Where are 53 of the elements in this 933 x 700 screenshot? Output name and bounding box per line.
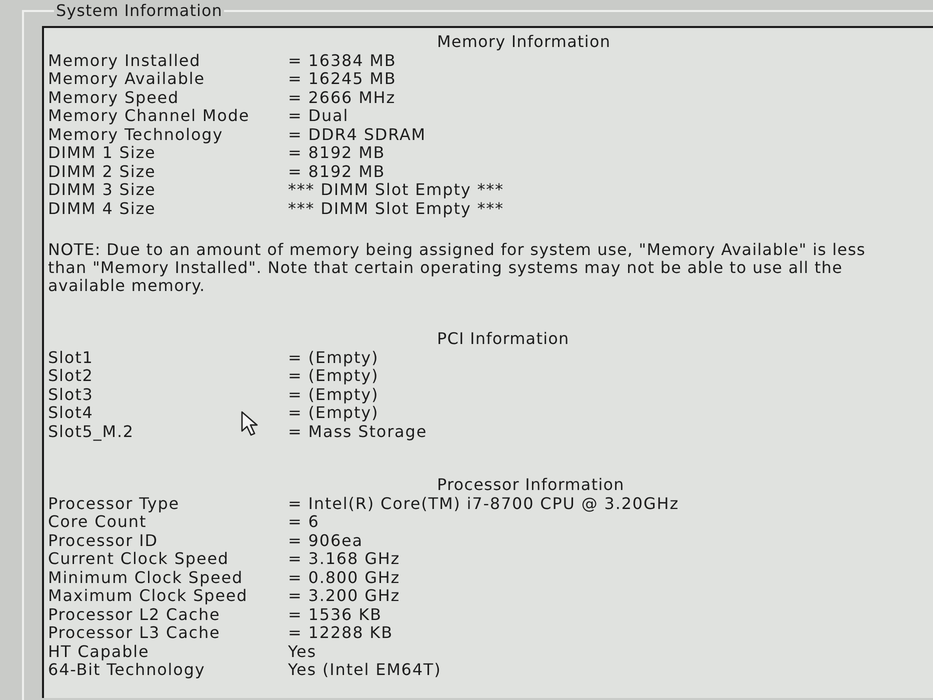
note-text: NOTE: Due to an amount of memory being assigned for system use, "Memory Available" is less than "Memory Installed". Note that certain operating systems may not be able to use all the available memory.	[48, 241, 867, 295]
section-heading: Memory Information	[437, 33, 611, 52]
field-value: = 16384 MB	[288, 52, 396, 70]
field-label: DIMM 3 Size	[48, 181, 156, 200]
field-label: Minimum Clock Speed	[48, 568, 244, 587]
field-label: Slot2	[48, 367, 94, 386]
field-value: = 8192 MB	[288, 162, 386, 181]
field-value: = 2666 MHz	[288, 88, 396, 107]
field-value: = Intel(R) Core(TM) i7-8700 CPU @ 3.20GHz	[288, 494, 680, 513]
section-heading: Processor Information	[437, 476, 624, 494]
field-label: Core Count	[48, 513, 147, 532]
field-label: DIMM 2 Size	[48, 162, 156, 181]
field-value: = (Empty)	[288, 404, 379, 422]
field-label: DIMM 4 Size	[48, 200, 156, 218]
field-value: = 0.800 GHz	[288, 568, 400, 587]
field-value: *** DIMM Slot Empty ***	[288, 200, 504, 218]
field-value: = 3.168 GHz	[288, 550, 400, 568]
group-box-title: System Information	[55, 2, 224, 19]
field-label: Memory Available	[48, 70, 205, 88]
field-label: Slot3	[48, 386, 94, 404]
field-label: Processor L2 Cache	[48, 606, 220, 624]
field-value: = 1536 KB	[288, 606, 382, 624]
field-label: Slot1	[48, 348, 94, 367]
field-label: Slot4	[48, 404, 94, 422]
field-label: Memory Installed	[48, 52, 201, 70]
field-value: = Mass Storage	[288, 422, 428, 441]
field-label: Slot5_M.2	[48, 422, 134, 441]
field-value: = (Empty)	[288, 367, 379, 386]
field-value: = 3.200 GHz	[288, 587, 400, 606]
field-label: Memory Channel Mode	[48, 107, 250, 126]
field-value: = Dual	[288, 107, 349, 126]
field-value: = 906ea	[288, 532, 363, 550]
field-value: = 6	[288, 513, 320, 532]
field-label: Maximum Clock Speed	[48, 587, 248, 606]
field-label: Processor Type	[48, 494, 180, 513]
field-label: 64-Bit Technology	[48, 661, 206, 680]
field-value: = (Empty)	[288, 348, 379, 367]
field-label: DIMM 1 Size	[48, 144, 156, 162]
field-label: HT Capable	[48, 642, 150, 661]
section-heading: PCI Information	[437, 330, 570, 348]
field-value: = DDR4 SDRAM	[288, 126, 426, 144]
field-value: Yes	[288, 642, 317, 661]
field-value: *** DIMM Slot Empty ***	[288, 181, 504, 200]
field-label: Current Clock Speed	[48, 550, 229, 568]
field-value: = 16245 MB	[288, 70, 396, 88]
field-value: = 12288 KB	[288, 624, 393, 642]
field-value: = (Empty)	[288, 386, 379, 404]
field-label: Memory Speed	[48, 88, 180, 107]
field-label: Processor ID	[48, 532, 158, 550]
field-label: Memory Technology	[48, 126, 224, 144]
field-value: = 8192 MB	[288, 144, 386, 162]
field-value: Yes (Intel EM64T)	[288, 661, 442, 680]
field-label: Processor L3 Cache	[48, 624, 220, 642]
